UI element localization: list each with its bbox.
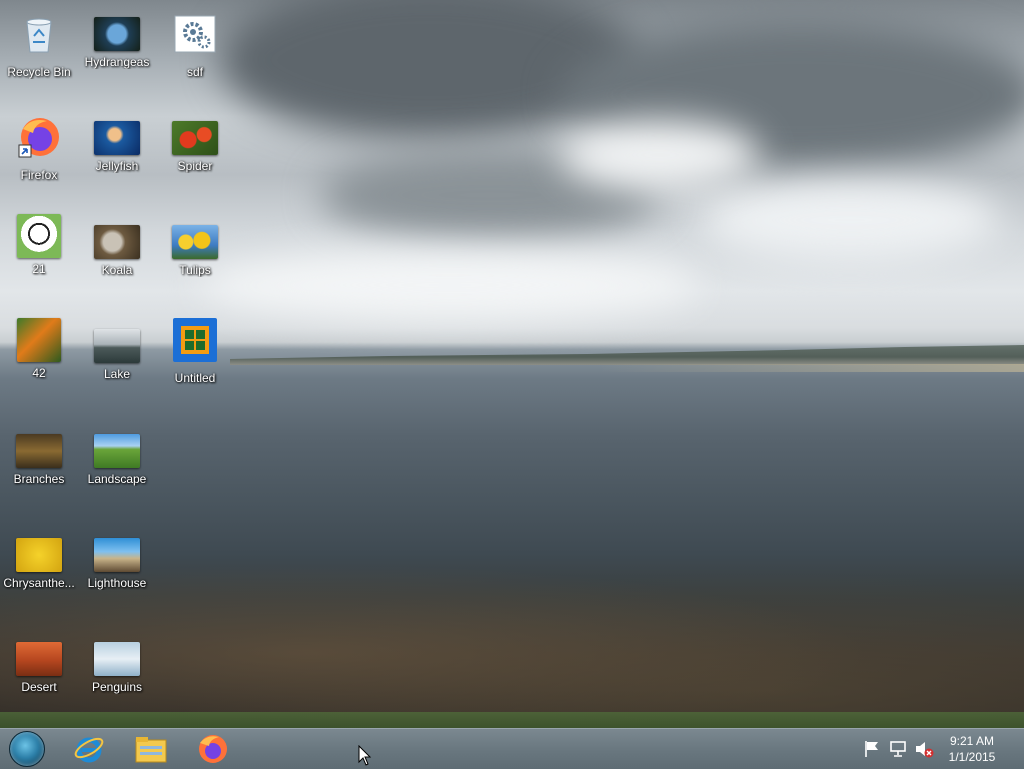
recycle-bin-icon (26, 18, 52, 53)
image-file-icon (94, 329, 140, 363)
desktop-icon-chrysanthemum[interactable]: Chrysanthe... (0, 538, 78, 590)
desktop-icon-21[interactable]: 21 (0, 214, 78, 276)
image-file-icon (94, 434, 140, 468)
desktop-icon-landscape[interactable]: Landscape (78, 434, 156, 486)
desktop-icon-koala[interactable]: Koala (78, 225, 156, 277)
desktop-icon-lake[interactable]: Lake (78, 329, 156, 381)
desktop-icon-spider[interactable]: Spider (156, 121, 234, 173)
desktop-wallpaper: Recycle Bin Firefox 21 42 Branches Chrys… (0, 0, 1024, 728)
cloud (560, 120, 760, 190)
distant-beach (600, 364, 1024, 372)
taskbar-firefox[interactable] (190, 731, 236, 767)
internet-explorer-icon (74, 737, 104, 763)
network-icon[interactable] (888, 739, 908, 759)
desktop-icon-label: Branches (13, 472, 65, 486)
image-file-icon (94, 225, 140, 259)
firefox-shortcut-icon (18, 118, 59, 158)
clock-date: 1/1/2015 (948, 750, 996, 764)
desktop-icon-firefox[interactable]: Firefox (0, 115, 78, 182)
desktop-icon-jellyfish[interactable]: Jellyfish (78, 121, 156, 173)
desktop-icon-label: 21 (32, 262, 46, 276)
desktop-icon-label: Firefox (20, 168, 58, 182)
settings-file-icon (174, 15, 216, 53)
desktop-icon-recycle-bin[interactable]: Recycle Bin (0, 12, 78, 79)
desktop-icon-label: 42 (32, 366, 46, 380)
desktop-icon-penguins[interactable]: Penguins (78, 642, 156, 694)
image-file-icon (172, 225, 218, 259)
system-tray (862, 729, 934, 769)
image-file-icon (16, 538, 62, 572)
grass-strip (0, 712, 1024, 728)
taskbar: 9:21 AM 1/1/2015 (0, 728, 1024, 769)
desktop-icon-label: Penguins (91, 680, 143, 694)
desktop-icon-label: Hydrangeas (84, 55, 150, 69)
image-file-icon (172, 121, 218, 155)
mouse-cursor-icon (358, 745, 372, 766)
desktop-icon-lighthouse[interactable]: Lighthouse (78, 538, 156, 590)
desktop-icon-label: Koala (101, 263, 133, 277)
desktop-icon-label: Jellyfish (95, 159, 139, 173)
desktop-icon-label: Recycle Bin (7, 65, 71, 79)
desktop-icon-untitled[interactable]: Untitled (156, 318, 234, 385)
desktop-icon-desert[interactable]: Desert (0, 642, 78, 694)
image-file-icon (94, 121, 140, 155)
firefox-icon (199, 735, 227, 763)
start-button[interactable] (4, 731, 50, 767)
desktop-icon-hydrangeas[interactable]: Hydrangeas (78, 17, 156, 69)
taskbar-internet-explorer[interactable] (66, 731, 112, 767)
desktop-icon-label: Spider (177, 159, 213, 173)
file-explorer-icon (135, 737, 167, 763)
taskbar-file-explorer[interactable] (128, 731, 174, 767)
desktop-icon-label: Chrysanthe... (3, 576, 75, 590)
desktop-icon-label: Tulips (179, 263, 211, 277)
action-center-flag-icon[interactable] (862, 739, 882, 759)
distant-shore (230, 345, 1024, 365)
image-file-icon (17, 318, 61, 362)
image-file-icon (94, 538, 140, 572)
image-file-icon (94, 642, 140, 676)
cloud (200, 250, 700, 320)
start-orb-icon (9, 731, 45, 767)
desktop-icon-sdf[interactable]: sdf (156, 12, 234, 79)
app-icon (173, 318, 217, 362)
taskbar-clock[interactable]: 9:21 AM 1/1/2015 (944, 733, 1000, 765)
desktop-icon-tulips[interactable]: Tulips (156, 225, 234, 277)
cloud (700, 180, 1000, 260)
desktop-icon-label: sdf (186, 65, 203, 79)
image-file-icon (17, 214, 61, 258)
desktop-icon-label: Lighthouse (87, 576, 147, 590)
image-file-icon (16, 434, 62, 468)
image-file-icon (94, 17, 140, 51)
clock-time: 9:21 AM (949, 734, 995, 748)
desktop-icon-42[interactable]: 42 (0, 318, 78, 380)
desktop-icon-label: Lake (103, 367, 131, 381)
desktop-icon-label: Desert (21, 680, 57, 694)
image-file-icon (16, 642, 62, 676)
volume-muted-icon[interactable] (914, 739, 934, 759)
desktop-icon-label: Untitled (174, 371, 216, 385)
desktop-icon-branches[interactable]: Branches (0, 434, 78, 486)
desktop-icon-label: Landscape (87, 472, 147, 486)
